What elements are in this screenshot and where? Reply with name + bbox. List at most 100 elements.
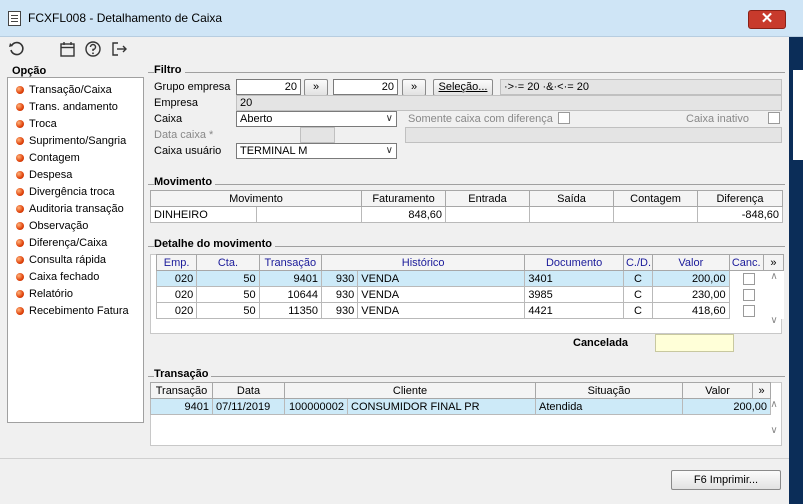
detalhe-scrollbar[interactable]: ∧ ∨: [768, 272, 780, 332]
grupo-empresa-to-arrow-button[interactable]: »: [402, 79, 426, 96]
cell-cliente-nome[interactable]: CONSUMIDOR FINAL PR: [347, 398, 536, 415]
cell-entrada[interactable]: [445, 206, 531, 223]
cell-cta[interactable]: 50: [196, 302, 260, 319]
menu-item-suprimento-sangria[interactable]: Suprimento/Sangria: [16, 133, 126, 150]
grupo-empresa-arrow-button[interactable]: »: [304, 79, 328, 96]
scroll-down-icon[interactable]: ∨: [768, 426, 780, 436]
grupo-empresa-from-input[interactable]: 20: [236, 79, 301, 95]
calendar-icon[interactable]: [59, 40, 77, 58]
cell-valor[interactable]: 418,60: [652, 302, 730, 319]
menu-item-despesa[interactable]: Despesa: [16, 167, 72, 184]
cell-diferenca[interactable]: -848,60: [697, 206, 784, 223]
cell-faturamento[interactable]: 848,60: [361, 206, 447, 223]
cell-cta[interactable]: 50: [196, 286, 260, 303]
menu-item-relatorio[interactable]: Relatório: [16, 286, 73, 303]
col-historico[interactable]: Histórico: [321, 254, 526, 271]
cell-transacao[interactable]: 9401: [258, 270, 323, 287]
print-button[interactable]: F6 Imprimir...: [671, 470, 781, 490]
table-row[interactable]: 020 50 10644 930 VENDA 3985 C 230,00: [155, 286, 784, 303]
somente-diferenca-checkbox[interactable]: [558, 112, 570, 124]
scroll-up-icon[interactable]: ∧: [768, 400, 780, 410]
col-valor[interactable]: Valor: [682, 382, 753, 399]
col-valor[interactable]: Valor: [652, 254, 730, 271]
cell-movimento-blank[interactable]: [255, 206, 363, 223]
cell-cta[interactable]: 50: [196, 270, 260, 287]
cell-historico[interactable]: VENDA: [357, 286, 526, 303]
cell-historico-code[interactable]: 930: [321, 302, 359, 319]
menu-item-troca[interactable]: Troca: [16, 116, 57, 133]
col-situacao[interactable]: Situação: [535, 382, 683, 399]
cell-canc[interactable]: [729, 303, 763, 319]
caixa-inativo-checkbox[interactable]: [768, 112, 780, 124]
cell-transacao[interactable]: 9401: [150, 398, 213, 415]
more-columns-button[interactable]: »: [762, 254, 785, 271]
menu-item-diferenca-caixa[interactable]: Diferença/Caixa: [16, 235, 107, 252]
cell-movimento[interactable]: DINHEIRO: [150, 206, 257, 223]
cell-valor[interactable]: 200,00: [652, 270, 730, 287]
cell-valor[interactable]: 230,00: [652, 286, 730, 303]
menu-item-auditoria-transacao[interactable]: Auditoria transação: [16, 201, 124, 218]
menu-item-contagem[interactable]: Contagem: [16, 150, 80, 167]
cell-transacao[interactable]: 11350: [258, 302, 323, 319]
refresh-icon[interactable]: [8, 40, 26, 58]
menu-item-divergencia-troca[interactable]: Divergência troca: [16, 184, 115, 201]
caixa-usuario-select[interactable]: TERMINAL M ∨: [236, 143, 397, 159]
menu-item-transacao-caixa[interactable]: Transação/Caixa: [16, 82, 112, 99]
caixa-select[interactable]: Aberto ∨: [236, 111, 397, 127]
col-contagem[interactable]: Contagem: [613, 190, 699, 207]
col-movimento[interactable]: Movimento: [149, 190, 363, 207]
cell-canc[interactable]: [729, 270, 764, 287]
cell-historico[interactable]: VENDA: [357, 302, 526, 319]
cell-saida[interactable]: [529, 206, 615, 223]
col-transacao[interactable]: Transação: [258, 254, 323, 271]
col-faturamento[interactable]: Faturamento: [361, 190, 447, 207]
col-entrada[interactable]: Entrada: [445, 190, 531, 207]
canc-checkbox[interactable]: [742, 272, 755, 285]
table-row[interactable]: 020 50 11350 930 VENDA 4421 C 418,60: [155, 302, 784, 319]
menu-item-recebimento-fatura[interactable]: Recebimento Fatura: [16, 303, 129, 320]
help-icon[interactable]: [84, 40, 102, 58]
table-row[interactable]: 020 50 9401 930 VENDA 3401 C 200,00: [155, 270, 784, 287]
grupo-empresa-to-input[interactable]: 20: [333, 79, 398, 95]
col-diferenca[interactable]: Diferença: [697, 190, 784, 207]
cell-emp[interactable]: 020: [155, 270, 198, 287]
menu-item-consulta-rapida[interactable]: Consulta rápida: [16, 252, 106, 269]
col-canc[interactable]: Canc.: [728, 254, 764, 271]
menu-item-trans-andamento[interactable]: Trans. andamento: [16, 99, 118, 116]
canc-checkbox[interactable]: [742, 304, 755, 317]
cell-historico-code[interactable]: 930: [321, 286, 359, 303]
cell-valor[interactable]: 200,00: [682, 398, 771, 415]
col-documento[interactable]: Documento: [524, 254, 624, 271]
cell-situacao[interactable]: Atendida: [535, 398, 683, 415]
col-saida[interactable]: Saída: [529, 190, 615, 207]
menu-item-observacao[interactable]: Observação: [16, 218, 88, 235]
canc-checkbox[interactable]: [742, 288, 755, 301]
cell-historico[interactable]: VENDA: [357, 270, 526, 287]
exit-icon[interactable]: [110, 40, 128, 58]
cell-emp[interactable]: 020: [155, 286, 198, 303]
close-button[interactable]: ✕: [748, 10, 786, 29]
transacao-scrollbar[interactable]: ∧ ∨: [768, 400, 780, 444]
col-cd[interactable]: C./D.: [622, 254, 654, 271]
cell-documento[interactable]: 4421: [524, 302, 624, 319]
col-data[interactable]: Data: [212, 382, 285, 399]
col-emp[interactable]: Emp.: [155, 254, 198, 271]
cell-transacao[interactable]: 10644: [258, 286, 323, 303]
scroll-down-icon[interactable]: ∨: [768, 316, 780, 326]
selecao-button[interactable]: Seleção...: [433, 79, 493, 96]
cell-cliente-codigo[interactable]: 100000002: [284, 398, 348, 415]
cell-historico-code[interactable]: 930: [321, 270, 359, 287]
col-transacao[interactable]: Transação: [150, 382, 213, 399]
cell-canc[interactable]: [729, 287, 763, 303]
cell-documento[interactable]: 3985: [524, 286, 624, 303]
table-row[interactable]: 9401 07/11/2019 100000002 CONSUMIDOR FIN…: [150, 398, 771, 415]
more-columns-button[interactable]: »: [752, 382, 771, 399]
menu-item-caixa-fechado[interactable]: Caixa fechado: [16, 269, 99, 286]
scroll-up-icon[interactable]: ∧: [768, 272, 780, 282]
cell-data[interactable]: 07/11/2019: [212, 398, 285, 415]
cell-cd[interactable]: C: [622, 302, 654, 319]
col-cta[interactable]: Cta.: [196, 254, 260, 271]
cell-cd[interactable]: C: [622, 270, 654, 287]
col-cliente[interactable]: Cliente: [284, 382, 536, 399]
cell-contagem[interactable]: [613, 206, 699, 223]
